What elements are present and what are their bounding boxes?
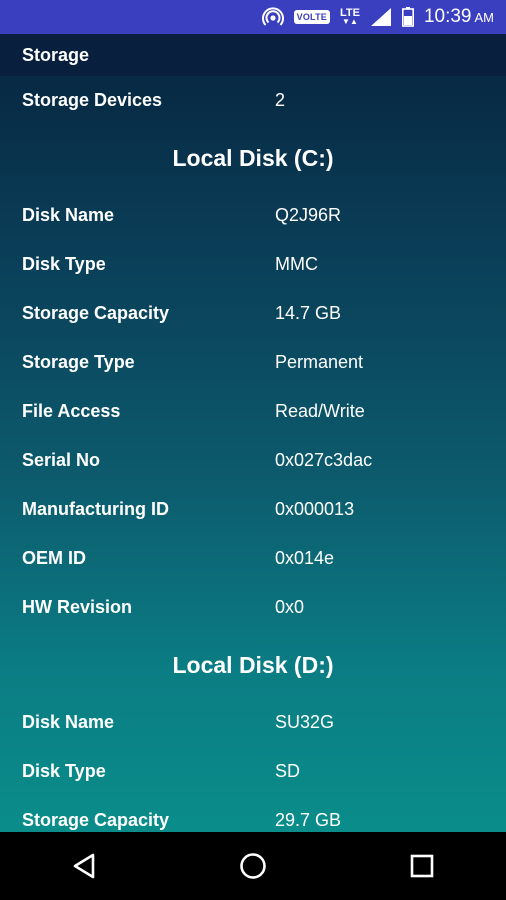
disk-d-row-disk-name: Disk Name SU32G	[0, 698, 506, 747]
page-title: Storage	[0, 34, 506, 76]
disk-c-title: Local Disk (C:)	[172, 144, 334, 171]
back-icon	[74, 853, 95, 879]
row-value: Q2J96R	[275, 205, 342, 225]
home-icon	[240, 853, 266, 879]
navigation-bar	[0, 832, 506, 900]
row-value: 0x014e	[275, 548, 335, 568]
disk-d-row-disk-type: Disk Type SD	[0, 747, 506, 796]
row-value: 14.7 GB	[275, 303, 342, 323]
disk-d-row-storage-capacity: Storage Capacity 29.7 GB	[0, 796, 506, 832]
row-label: Disk Type	[22, 254, 106, 274]
row-label: Disk Type	[22, 761, 106, 781]
row-value: Read/Write	[275, 401, 365, 421]
status-bar: VOLTE LTE ▼▲ 10:39 AM	[0, 0, 506, 34]
disk-c-row-storage-type: Storage Type Permanent	[0, 338, 506, 387]
row-label: Storage Capacity	[22, 303, 170, 323]
volte-badge: VOLTE	[293, 10, 330, 24]
row-label: HW Revision	[22, 597, 133, 617]
disk-c-row-hw-revision: HW Revision 0x0	[0, 583, 506, 632]
recents-icon	[410, 854, 433, 878]
row-label: Manufacturing ID	[22, 499, 169, 519]
disk-c-row-serial-no: Serial No 0x027c3dac	[0, 436, 506, 485]
row-label: Storage Devices	[22, 90, 163, 110]
row-value: Permanent	[275, 352, 364, 372]
disk-d-title: Local Disk (D:)	[172, 651, 334, 678]
row-value: 0x027c3dac	[275, 450, 373, 470]
row-label: Disk Name	[22, 205, 115, 225]
row-value: MMC	[275, 254, 318, 274]
row-label: Serial No	[22, 450, 101, 470]
storage-devices-row: Storage Devices 2	[0, 76, 506, 125]
recents-button[interactable]	[392, 836, 452, 896]
row-value: SU32G	[275, 712, 335, 732]
disk-c-row-disk-type: Disk Type MMC	[0, 240, 506, 289]
signal-icon	[370, 7, 392, 27]
disk-c-row-disk-name: Disk Name Q2J96R	[0, 191, 506, 240]
row-value: 2	[275, 90, 286, 110]
row-value: 29.7 GB	[275, 810, 342, 830]
clock-time: 10:39	[423, 6, 472, 27]
battery-icon	[401, 7, 414, 27]
clock-ampm: AM	[474, 9, 495, 25]
row-label: Disk Name	[22, 712, 115, 732]
disk-c-row-oem-id: OEM ID 0x014e	[0, 534, 506, 583]
row-value: 0x0	[275, 597, 305, 617]
row-value: SD	[275, 761, 301, 781]
disk-c-row-manufacturing-id: Manufacturing ID 0x000013	[0, 485, 506, 534]
disk-c-row-storage-capacity: Storage Capacity 14.7 GB	[0, 289, 506, 338]
data-arrows-icon: ▼▲	[342, 17, 358, 26]
row-label: File Access	[22, 401, 121, 421]
row-label: Storage Capacity	[22, 810, 170, 830]
status-clock: 10:39 AM	[424, 6, 494, 28]
disk-c-row-file-access: File Access Read/Write	[0, 387, 506, 436]
home-button[interactable]	[223, 836, 283, 896]
hotspot-icon	[261, 7, 284, 27]
row-label: Storage Type	[22, 352, 135, 372]
row-value: 0x000013	[275, 499, 355, 519]
back-button[interactable]	[54, 836, 114, 896]
row-label: OEM ID	[22, 548, 87, 568]
lte-indicator: LTE ▼▲	[340, 8, 360, 26]
storage-content[interactable]: Storage Storage Devices 2 Local Disk (C:…	[0, 34, 506, 832]
